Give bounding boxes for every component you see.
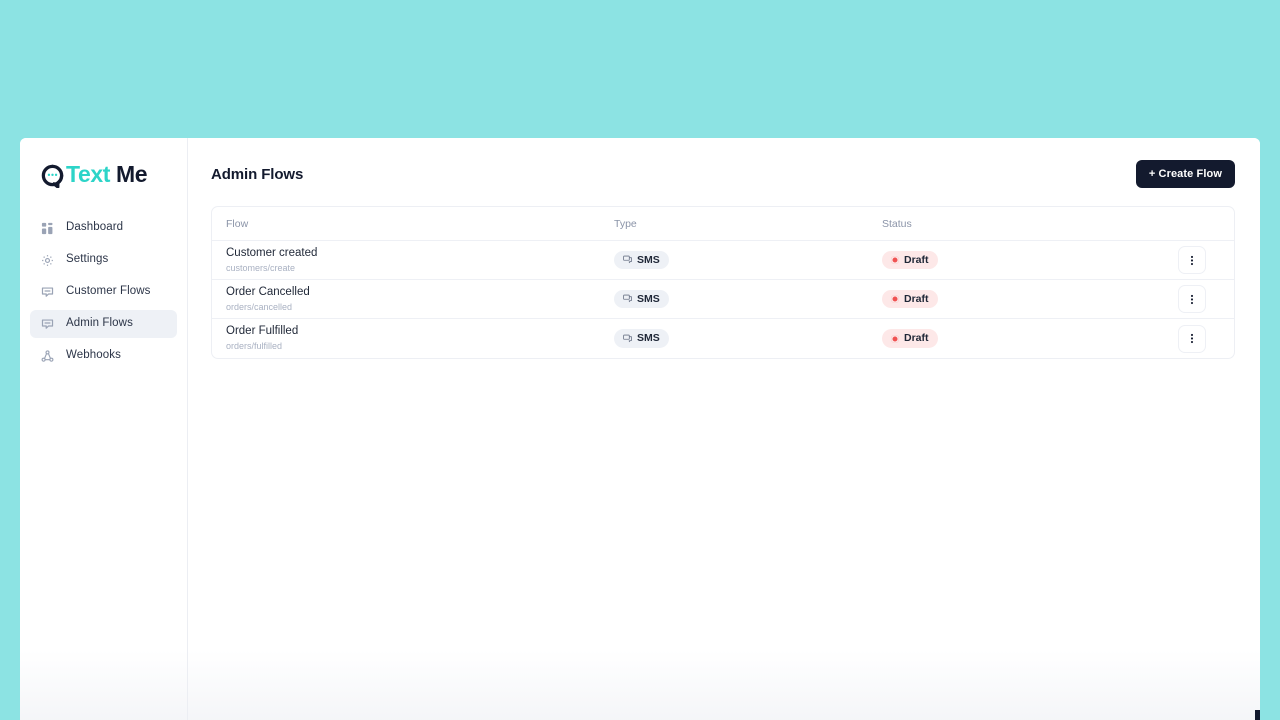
status-label: Draft bbox=[904, 253, 929, 266]
speech-bubble-icon bbox=[40, 163, 65, 188]
status-label: Draft bbox=[904, 292, 929, 305]
sidebar-item-dashboard[interactable]: Dashboard bbox=[30, 214, 177, 242]
column-header-flow: Flow bbox=[226, 217, 249, 230]
kebab-menu-icon bbox=[1190, 332, 1194, 345]
sidebar-item-label: Dashboard bbox=[66, 221, 124, 234]
type-badge: SMS bbox=[614, 329, 669, 348]
dashboard-grid-icon bbox=[40, 221, 54, 235]
column-header-status: Status bbox=[882, 217, 912, 230]
sidebar-item-label: Admin Flows bbox=[66, 317, 133, 330]
page-title: Admin Flows bbox=[211, 165, 304, 183]
flow-name: Customer created bbox=[226, 246, 318, 259]
device-chat-icon bbox=[623, 334, 632, 343]
sidebar-item-label: Customer Flows bbox=[66, 285, 151, 298]
type-label: SMS bbox=[637, 253, 660, 266]
flow-path: customers/create bbox=[226, 262, 296, 273]
actions-cell bbox=[1150, 324, 1234, 353]
device-chat-icon bbox=[623, 255, 632, 264]
page-header: Admin Flows + Create Flow bbox=[211, 146, 1235, 202]
sidebar-item-webhooks[interactable]: Webhooks bbox=[30, 342, 177, 370]
kebab-menu-icon bbox=[1190, 254, 1194, 267]
window-corner-marker bbox=[1255, 710, 1260, 720]
row-menu-button[interactable] bbox=[1178, 246, 1206, 274]
main-content: Admin Flows + Create Flow Flow Type Stat… bbox=[188, 138, 1260, 720]
sidebar-item-label: Webhooks bbox=[66, 349, 121, 362]
sidebar-nav: Dashboard Settings Customer Flows Admin … bbox=[20, 214, 187, 370]
sidebar-item-admin-flows[interactable]: Admin Flows bbox=[30, 310, 177, 338]
row-menu-button[interactable] bbox=[1178, 324, 1206, 353]
kebab-menu-icon bbox=[1190, 293, 1194, 306]
gear-icon bbox=[40, 253, 54, 267]
type-label: SMS bbox=[637, 292, 660, 305]
status-cell: Draft bbox=[882, 250, 1150, 270]
sidebar-item-settings[interactable]: Settings bbox=[30, 246, 177, 274]
chat-flow-icon bbox=[40, 317, 54, 331]
row-menu-button[interactable] bbox=[1178, 285, 1206, 313]
flow-cell: Order Fulfilled orders/fulfilled bbox=[212, 325, 614, 352]
type-badge: SMS bbox=[614, 289, 669, 309]
actions-cell bbox=[1150, 285, 1234, 313]
status-badge: Draft bbox=[882, 250, 938, 270]
flow-cell: Customer created customers/create bbox=[212, 247, 614, 274]
device-chat-icon bbox=[623, 294, 632, 303]
share-nodes-icon bbox=[40, 349, 54, 363]
flow-name: Order Cancelled bbox=[226, 285, 310, 298]
flows-table: Flow Type Status Customer created custom… bbox=[211, 206, 1235, 359]
app-window: Text Me Dashboard Settings Customer Flow… bbox=[20, 138, 1260, 720]
brand-name-me: Me bbox=[116, 160, 148, 187]
table-row[interactable]: Order Cancelled orders/cancelled SMS Dra… bbox=[212, 280, 1234, 319]
status-dot-icon bbox=[891, 256, 899, 264]
type-cell: SMS bbox=[614, 250, 882, 270]
sidebar-item-label: Settings bbox=[66, 253, 109, 266]
table-row[interactable]: Customer created customers/create SMS Dr… bbox=[212, 241, 1234, 280]
flow-name: Order Fulfilled bbox=[226, 325, 299, 338]
type-cell: SMS bbox=[614, 329, 882, 348]
brand-name-text: Text bbox=[66, 160, 110, 187]
table-row[interactable]: Order Fulfilled orders/fulfilled SMS Dra… bbox=[212, 319, 1234, 358]
flow-cell: Order Cancelled orders/cancelled bbox=[212, 286, 614, 313]
brand-logo[interactable]: Text Me bbox=[20, 146, 187, 202]
table-header-row: Flow Type Status bbox=[212, 207, 1234, 241]
create-flow-button[interactable]: + Create Flow bbox=[1135, 160, 1235, 188]
status-cell: Draft bbox=[882, 289, 1150, 309]
chat-flow-icon bbox=[40, 285, 54, 299]
sidebar: Text Me Dashboard Settings Customer Flow… bbox=[20, 138, 188, 720]
column-header-type: Type bbox=[614, 217, 637, 230]
type-badge: SMS bbox=[614, 250, 669, 270]
status-dot-icon bbox=[891, 295, 899, 303]
flow-path: orders/cancelled bbox=[226, 301, 293, 312]
status-label: Draft bbox=[904, 332, 929, 345]
status-badge: Draft bbox=[882, 289, 938, 309]
status-badge: Draft bbox=[882, 329, 938, 348]
sidebar-item-customer-flows[interactable]: Customer Flows bbox=[30, 278, 177, 306]
type-label: SMS bbox=[637, 332, 660, 345]
flow-path: orders/fulfilled bbox=[226, 341, 283, 351]
type-cell: SMS bbox=[614, 289, 882, 309]
status-dot-icon bbox=[891, 334, 899, 343]
actions-cell bbox=[1150, 246, 1234, 274]
status-cell: Draft bbox=[882, 329, 1150, 348]
